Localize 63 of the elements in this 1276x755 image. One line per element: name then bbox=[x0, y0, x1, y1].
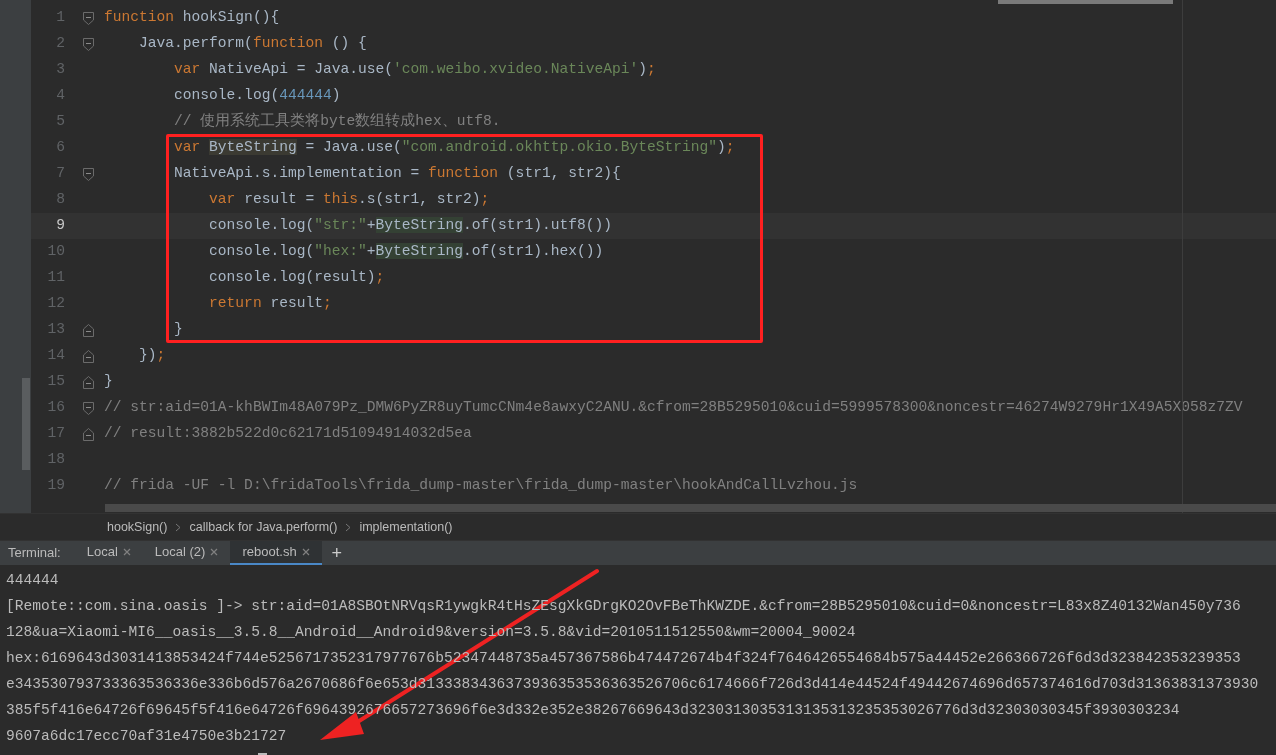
line-number: 1 bbox=[55, 8, 65, 28]
line-number: 15 bbox=[46, 372, 65, 392]
code-line: }); bbox=[138, 346, 166, 366]
code-line: console.log(444444) bbox=[173, 86, 341, 106]
code-line: console.log(result); bbox=[208, 268, 385, 288]
horizontal-scrollbar[interactable] bbox=[105, 504, 1276, 512]
line-number: 14 bbox=[46, 346, 65, 366]
fold-icon[interactable] bbox=[83, 167, 94, 181]
terminal-label: Terminal: bbox=[7, 544, 62, 563]
code-line: // result:3882b522d0c62171d51094914032d5ea bbox=[103, 424, 472, 444]
code-line: // 使用系统工具类将byte数组转成hex、utf8. bbox=[173, 111, 501, 132]
line-number: 9 bbox=[55, 216, 65, 236]
line-number: 13 bbox=[46, 320, 65, 340]
code-line: } bbox=[103, 372, 113, 392]
line-number: 6 bbox=[55, 138, 65, 158]
code-line: console.log("str:"+ByteString.of(str1).utf8()) bbox=[208, 216, 612, 236]
fold-icon[interactable] bbox=[83, 37, 94, 51]
chevron-icon bbox=[345, 522, 352, 532]
scrollbar-thumb[interactable] bbox=[998, 0, 1173, 4]
line-number: 2 bbox=[55, 34, 65, 54]
code-line: return result; bbox=[208, 294, 332, 314]
code-line: // frida -UF -l D:\fridaTools\frida_dump-master\frida_dump-master\hookAndCallLvzhou.js bbox=[103, 476, 858, 496]
code-line: var ByteString = Java.use("com.android.okhttp.okio.ByteString"); bbox=[173, 138, 735, 158]
terminal-line: 9607a6dc17ecc70af31e4750e3b21727 bbox=[6, 727, 287, 746]
code-line: NativeApi.s.implementation = function (str1, str2){ bbox=[173, 164, 621, 184]
terminal-tab[interactable]: reboot.sh bbox=[230, 541, 322, 565]
line-number: 10 bbox=[46, 242, 65, 262]
fold-icon[interactable] bbox=[83, 11, 94, 25]
line-number: 19 bbox=[46, 476, 65, 496]
fold-icon[interactable] bbox=[83, 427, 94, 441]
breadcrumb[interactable]: callback for Java.perform() bbox=[189, 517, 338, 537]
breadcrumb[interactable]: implementation() bbox=[359, 517, 453, 537]
line-number: 4 bbox=[55, 86, 65, 106]
code-line: } bbox=[173, 320, 183, 340]
code-line: // str:aid=01A-khBWIm48A079Pz_DMW6PyZR8uyTumcCNm4e8awxyC2ANU.&cfrom=28B5295010&cuid=5999578300&noncestr=46274W9279Hr1X49A5X058z7ZV bbox=[103, 398, 1243, 418]
add-tab-button[interactable]: + bbox=[321, 541, 353, 565]
line-number: 12 bbox=[46, 294, 65, 314]
line-number: 8 bbox=[55, 190, 65, 210]
line-number: 16 bbox=[46, 398, 65, 418]
line-number: 18 bbox=[46, 450, 65, 470]
fold-icon[interactable] bbox=[83, 323, 94, 337]
code-line: function hookSign(){ bbox=[103, 8, 280, 28]
line-number: 3 bbox=[55, 60, 65, 80]
fold-icon[interactable] bbox=[83, 401, 94, 415]
terminal-tab[interactable]: Local bbox=[74, 541, 143, 565]
close-icon[interactable] bbox=[210, 548, 219, 556]
fold-icon[interactable] bbox=[83, 349, 94, 363]
terminal-tab[interactable]: Local (2) bbox=[142, 541, 231, 565]
line-number: 11 bbox=[46, 268, 65, 288]
terminal-line: 444444 bbox=[6, 571, 59, 590]
code-line: Java.perform(function () { bbox=[138, 34, 367, 54]
fold-icon[interactable] bbox=[83, 375, 94, 389]
line-number: 7 bbox=[55, 164, 65, 184]
code-line: var NativeApi = Java.use('com.weibo.xvideo.NativeApi'); bbox=[173, 60, 656, 80]
code-line: var result = this.s(str1, str2); bbox=[208, 190, 490, 210]
line-number: 17 bbox=[46, 424, 65, 444]
code-line: console.log("hex:"+ByteString.of(str1).hex()) bbox=[208, 242, 604, 262]
chevron-icon bbox=[175, 522, 182, 532]
close-icon[interactable] bbox=[122, 548, 131, 556]
close-icon[interactable] bbox=[301, 548, 310, 556]
line-number: 5 bbox=[55, 112, 65, 132]
scrollbar-thumb[interactable] bbox=[22, 378, 30, 470]
breadcrumb[interactable]: hookSign() bbox=[107, 517, 168, 537]
